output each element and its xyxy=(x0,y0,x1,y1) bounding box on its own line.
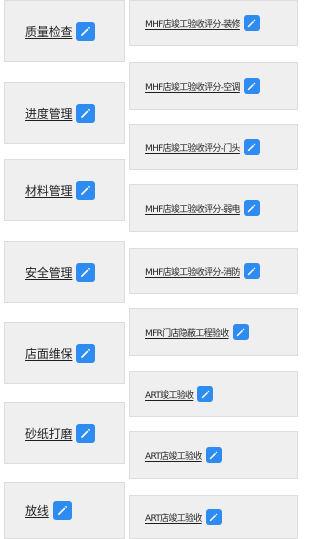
right-item-label[interactable]: ART竣工验收 xyxy=(145,388,194,401)
left-item-quality-check[interactable]: 质量检查 xyxy=(4,0,125,62)
right-item-art-store-completion-2[interactable]: ART店竣工验收 xyxy=(129,495,298,539)
edit-icon[interactable] xyxy=(197,386,214,402)
edit-icon[interactable] xyxy=(205,509,222,525)
edit-icon[interactable] xyxy=(52,501,72,520)
left-item-label[interactable]: 砂纸打磨 xyxy=(25,425,73,442)
edit-icon[interactable] xyxy=(243,15,260,31)
left-item-safety-management[interactable]: 安全管理 xyxy=(4,241,125,303)
left-item-label[interactable]: 材料管理 xyxy=(25,182,73,199)
edit-icon[interactable] xyxy=(76,423,96,443)
left-item-sanding[interactable]: 砂纸打磨 xyxy=(4,402,125,464)
right-item-label[interactable]: MHF店竣工验收评分-弱电 xyxy=(145,202,241,215)
right-item-acceptance-decoration[interactable]: MHF店竣工验收评分-装修 xyxy=(129,0,298,46)
edit-icon[interactable] xyxy=(76,262,96,282)
right-item-label[interactable]: ART店竣工验收 xyxy=(145,449,202,462)
edit-icon[interactable] xyxy=(243,139,260,155)
right-item-label[interactable]: MHF店竣工验收评分-空调 xyxy=(145,80,241,93)
left-item-label[interactable]: 店面维保 xyxy=(25,345,73,362)
edit-icon[interactable] xyxy=(76,180,96,200)
edit-icon[interactable] xyxy=(243,200,260,216)
right-item-hidden-work-acceptance[interactable]: MFR门店隐蔽工程验收 xyxy=(129,308,298,356)
right-item-label[interactable]: ART店竣工验收 xyxy=(145,511,202,524)
left-item-label[interactable]: 放线 xyxy=(25,502,49,519)
edit-icon[interactable] xyxy=(76,103,96,123)
left-item-label[interactable]: 进度管理 xyxy=(25,105,73,122)
right-item-label[interactable]: MHF店竣工验收评分-装修 xyxy=(145,17,241,30)
right-item-acceptance-low-voltage[interactable]: MHF店竣工验收评分-弱电 xyxy=(129,184,298,232)
right-item-label[interactable]: MHF店竣工验收评分-门头 xyxy=(145,141,241,154)
edit-icon[interactable] xyxy=(243,263,260,279)
edit-icon[interactable] xyxy=(76,343,96,363)
left-item-layout-line[interactable]: 放线 xyxy=(4,482,125,539)
left-item-label[interactable]: 安全管理 xyxy=(25,264,73,281)
left-item-material-management[interactable]: 材料管理 xyxy=(4,159,125,221)
right-item-label[interactable]: MHF店竣工验收评分-消防 xyxy=(145,265,241,278)
left-item-store-maintenance[interactable]: 店面维保 xyxy=(4,322,125,384)
right-item-art-completion[interactable]: ART竣工验收 xyxy=(129,371,298,417)
left-item-progress-management[interactable]: 进度管理 xyxy=(4,82,125,144)
template-list-screen: 质量检查 进度管理 材料管理 安全管理 店面维保 砂纸打磨 放线 MHF店竣工验… xyxy=(0,0,300,539)
edit-icon[interactable] xyxy=(76,21,96,41)
edit-icon[interactable] xyxy=(205,447,222,463)
right-item-acceptance-fire[interactable]: MHF店竣工验收评分-消防 xyxy=(129,248,298,294)
left-item-label[interactable]: 质量检查 xyxy=(25,23,73,40)
right-item-acceptance-storefront[interactable]: MHF店竣工验收评分-门头 xyxy=(129,124,298,170)
right-item-acceptance-ac[interactable]: MHF店竣工验收评分-空调 xyxy=(129,62,298,110)
right-item-label[interactable]: MFR门店隐蔽工程验收 xyxy=(145,326,229,339)
edit-icon[interactable] xyxy=(243,78,260,94)
edit-icon[interactable] xyxy=(232,324,249,340)
right-item-art-store-completion[interactable]: ART店竣工验收 xyxy=(129,431,298,479)
